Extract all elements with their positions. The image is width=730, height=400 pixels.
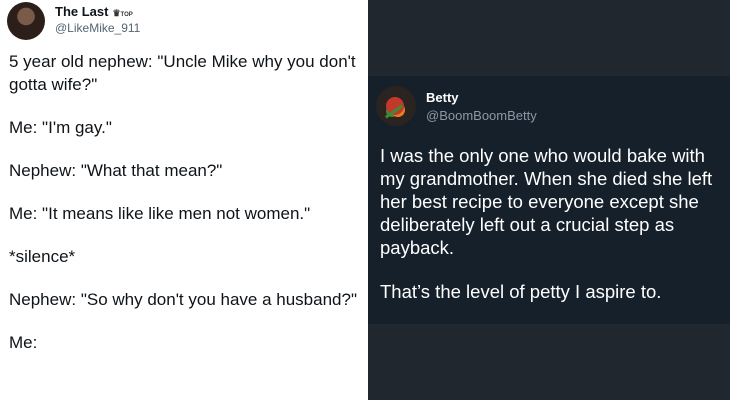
author-name[interactable]: The Last ♛TOP <box>55 4 133 19</box>
tweet-line: Me: "I'm gay." <box>9 118 112 137</box>
tweet-text: I was the only one who would bake with m… <box>380 144 720 324</box>
tweet-line: Me: "It means like like men not women." <box>9 204 311 223</box>
author-name[interactable]: Betty <box>426 90 459 105</box>
tweet-paragraph: I was the only one who would bake with m… <box>380 145 713 258</box>
tweet-line: Nephew: "So why don't you have a husband… <box>9 290 357 309</box>
author-handle[interactable]: @BoomBoomBetty <box>426 108 537 123</box>
tweet-text: 5 year old nephew: "Uncle Mike why you d… <box>9 50 359 374</box>
left-tweet-panel: The Last ♛TOP @LikeMike_911 5 year old ne… <box>0 0 366 400</box>
author-handle[interactable]: @LikeMike_911 <box>55 21 140 35</box>
tweet-line: Me: <box>9 333 38 352</box>
tweet-paragraph: That’s the level of petty I aspire to. <box>380 281 662 302</box>
tweet-line: *silence* <box>9 247 76 266</box>
avatar[interactable] <box>7 2 45 40</box>
crown-badge-icon: ♛TOP <box>112 8 133 18</box>
tweet-line: Nephew: "What that mean?" <box>9 161 223 180</box>
tweet-card: Betty @BoomBoomBetty I was the only one … <box>368 76 730 324</box>
avatar[interactable] <box>376 86 416 126</box>
right-tweet-panel: Betty @BoomBoomBetty I was the only one … <box>368 0 730 400</box>
tweet-line: 5 year old nephew: "Uncle Mike why you d… <box>9 52 356 94</box>
